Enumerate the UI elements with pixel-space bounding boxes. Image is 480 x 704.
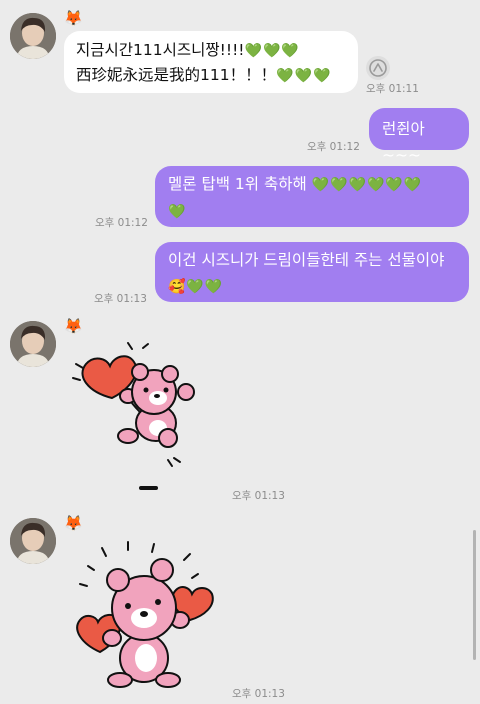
- bear-with-heart-sticker-icon: [72, 342, 195, 467]
- timestamp: 오후 01:11: [366, 83, 419, 95]
- bear-with-two-hearts-sticker-icon: [76, 541, 214, 688]
- message-text: 西珍妮永远是我的111！！！: [76, 66, 277, 84]
- outgoing-message-bubble[interactable]: 멜론 탑백 1위 축하해 💚💚💚💚💚💚 💚: [155, 166, 469, 227]
- timestamp: 오후 01:12: [95, 217, 148, 229]
- emoji-line: 🥰💚💚: [168, 279, 224, 295]
- message-text: 런쥔아~~~: [382, 120, 425, 164]
- green-heart-emojis: 💚: [168, 204, 187, 220]
- avatar[interactable]: [10, 518, 56, 564]
- bear-with-two-hearts-sticker[interactable]: [70, 540, 220, 690]
- timestamp: 오후 01:13: [232, 688, 285, 700]
- message-text: 이건 시즈니가 드림이들한테 주는 선물이야: [168, 251, 445, 269]
- avatar[interactable]: [10, 321, 56, 367]
- timestamp: 오후 01:13: [232, 490, 285, 502]
- bear-with-heart-sticker[interactable]: [68, 340, 203, 470]
- incoming-message-bubble[interactable]: 지금시간111시즈니짱!!!!💚💚💚 西珍妮永远是我的111！！！💚💚💚: [64, 31, 358, 93]
- share-button[interactable]: [366, 56, 390, 80]
- message-text: 지금시간111시즈니짱!!!!: [76, 41, 245, 59]
- sender-fox-emoji: 🦊: [64, 317, 83, 335]
- timestamp: 오후 01:12: [307, 141, 360, 153]
- timestamp: 오후 01:13: [94, 293, 147, 305]
- sender-fox-emoji: 🦊: [64, 9, 83, 27]
- outgoing-message-bubble[interactable]: 런쥔아~~~: [369, 108, 469, 164]
- sticker-shadow-mark: [139, 486, 158, 490]
- scrollbar-thumb[interactable]: [473, 530, 476, 660]
- green-heart-emojis: 💚💚💚: [244, 43, 300, 59]
- share-icon: [369, 59, 387, 77]
- message-text: 멜론 탑백 1위 축하해: [168, 175, 307, 193]
- outgoing-message-bubble[interactable]: 이건 시즈니가 드림이들한테 주는 선물이야 🥰💚💚: [155, 242, 469, 302]
- sender-fox-emoji: 🦊: [64, 514, 83, 532]
- avatar[interactable]: [10, 13, 56, 59]
- green-heart-emojis: 💚💚💚💚💚💚: [311, 177, 423, 193]
- green-heart-emojis: 💚💚💚: [276, 68, 332, 84]
